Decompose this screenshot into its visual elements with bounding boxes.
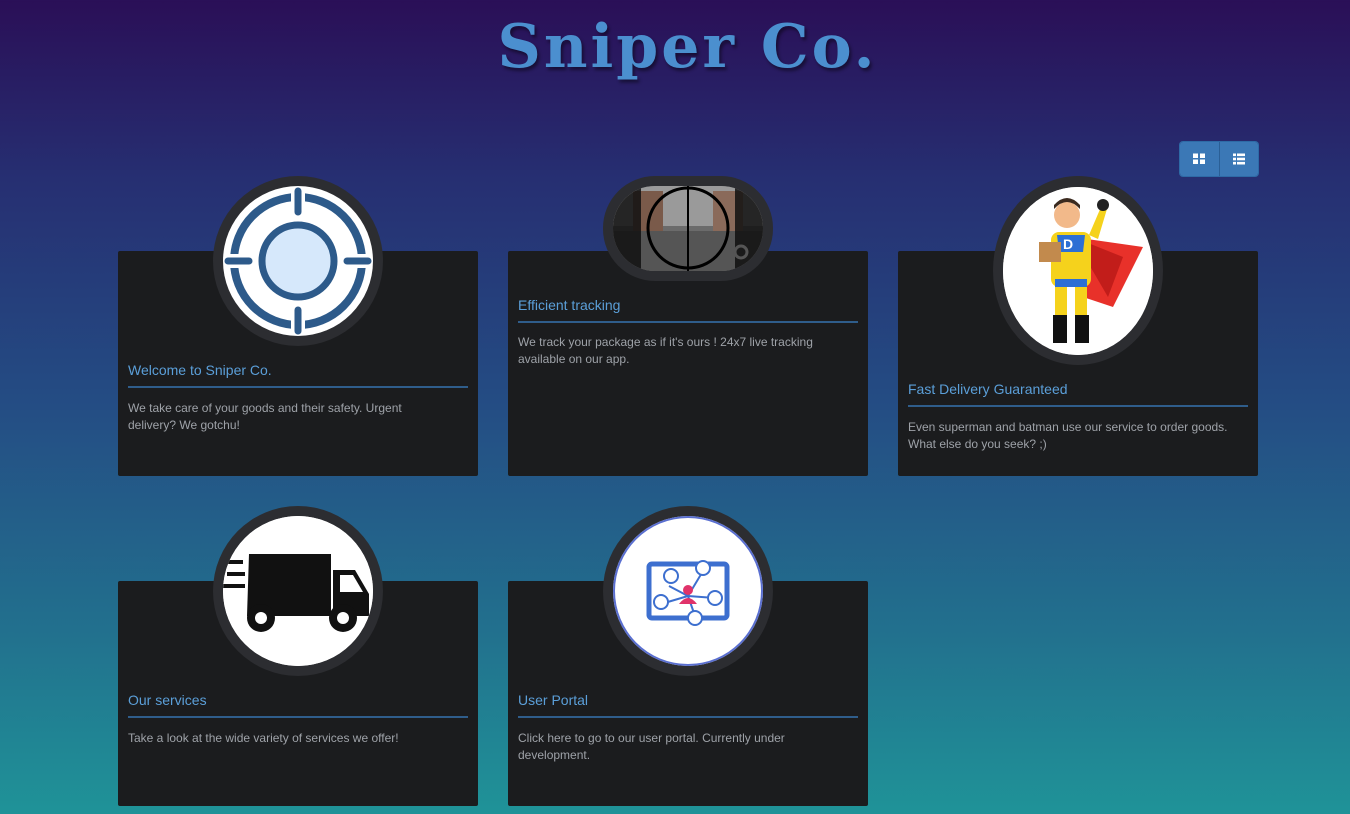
card-text: We take care of your goods and their saf… (128, 401, 402, 432)
card-title: Welcome to Sniper Co. (128, 362, 468, 388)
card-text: Take a look at the wide variety of servi… (128, 731, 399, 745)
card-tracking[interactable]: Efficient tracking We track your package… (508, 251, 868, 476)
user-portal-icon (646, 560, 730, 626)
card-thumbnail (603, 506, 773, 676)
target-icon (224, 187, 372, 335)
scope-view-image (613, 186, 763, 271)
list-icon (1232, 153, 1245, 165)
card-thumbnail (213, 506, 383, 676)
card-title: Our services (128, 692, 468, 718)
card-text: Click here to go to our user portal. Cur… (518, 731, 785, 762)
card-thumbnail (213, 176, 383, 346)
card-thumbnail (603, 176, 773, 281)
card-thumbnail: D (993, 176, 1163, 365)
grid-icon (1193, 153, 1206, 164)
site-title: Sniper Co. (497, 12, 878, 82)
grid-view-button[interactable] (1180, 142, 1219, 176)
card-text: We track your package as if it's ours ! … (518, 335, 813, 366)
view-toggle (1180, 142, 1258, 176)
truck-icon (223, 516, 373, 666)
svg-text:D: D (1063, 236, 1073, 252)
list-view-button[interactable] (1218, 142, 1258, 176)
card-title: Fast Delivery Guaranteed (908, 381, 1248, 407)
card-text: Even superman and batman use our service… (908, 420, 1228, 451)
card-title: Efficient tracking (518, 297, 858, 323)
superhero-courier-image: D (1003, 186, 1153, 355)
card-title: User Portal (518, 692, 858, 718)
